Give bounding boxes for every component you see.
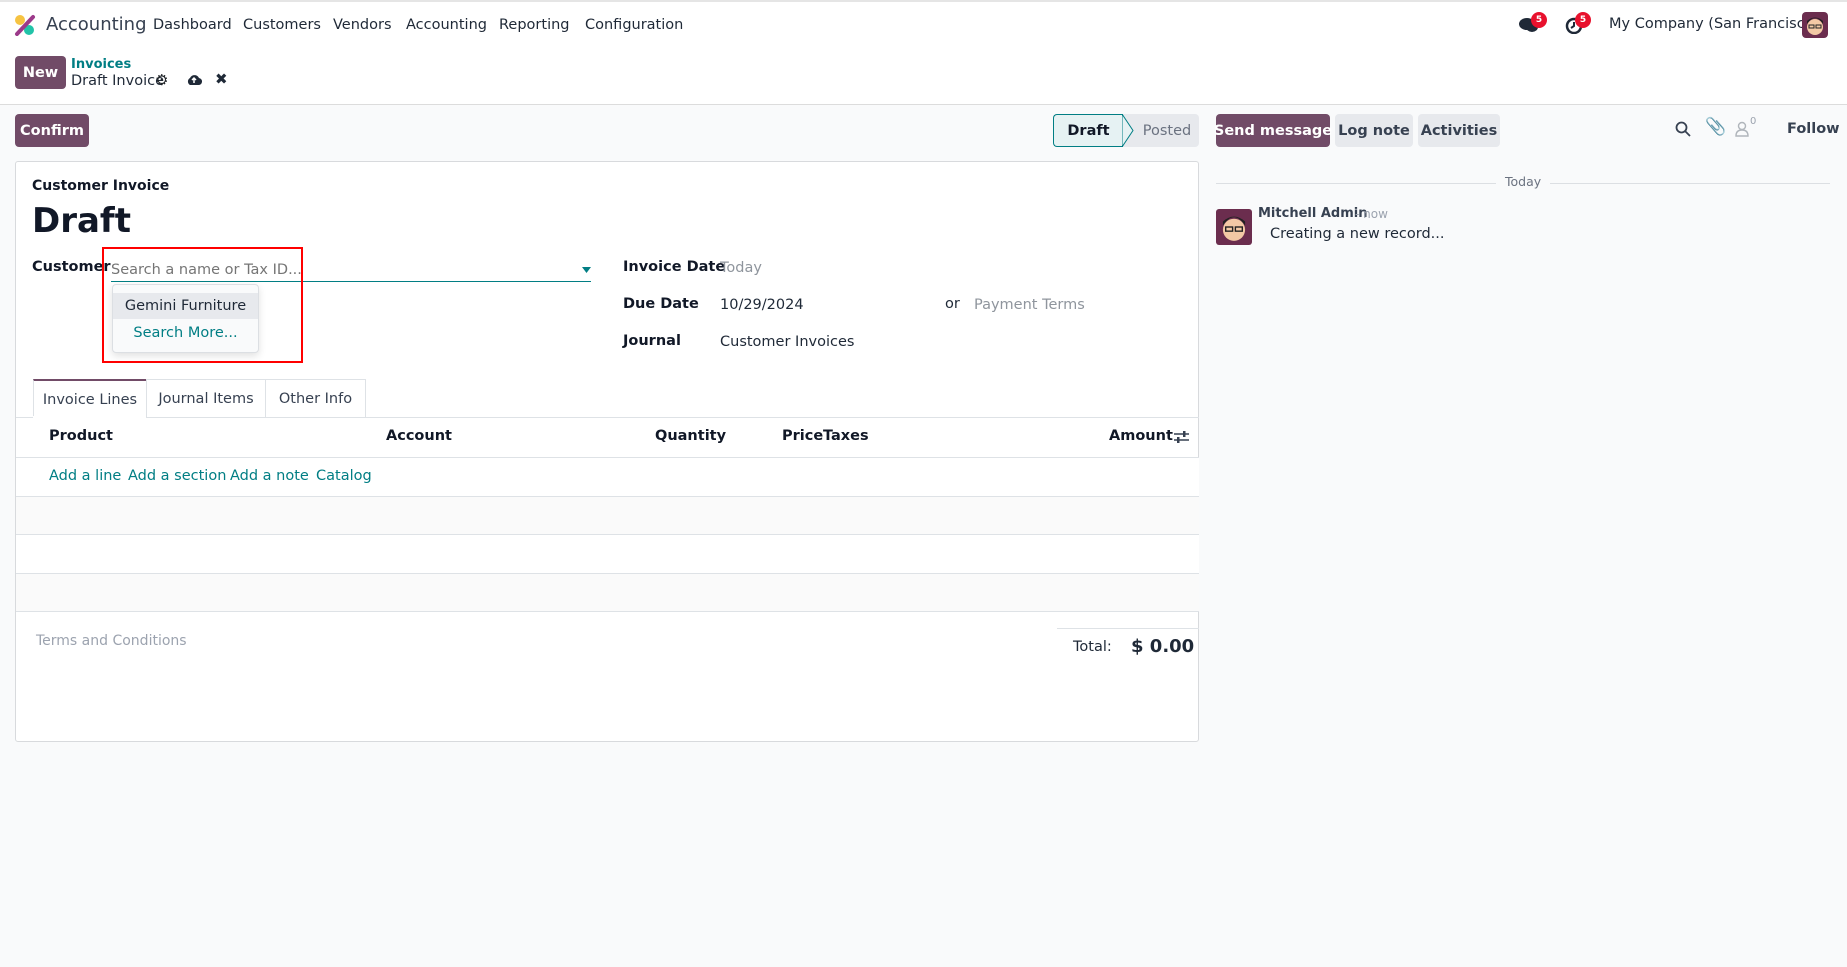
divider [1057, 628, 1199, 629]
due-date-label: Due Date [623, 296, 699, 312]
column-price[interactable]: Price [782, 428, 823, 444]
move-type-label: Customer Invoice [32, 178, 170, 194]
journal-label: Journal [623, 333, 681, 349]
terms-input[interactable]: Terms and Conditions [36, 633, 187, 649]
table-row [16, 574, 1199, 612]
new-button[interactable]: New [15, 56, 66, 89]
menu-accounting[interactable]: Accounting [406, 17, 487, 33]
avatar-face-icon [1222, 216, 1246, 241]
tab-invoice-lines[interactable]: Invoice Lines [33, 379, 147, 418]
followers-count: 0 [1750, 116, 1757, 127]
menu-reporting[interactable]: Reporting [499, 17, 570, 33]
followers-icon[interactable] [1734, 121, 1750, 137]
optional-columns-icon[interactable] [1174, 430, 1189, 444]
menu-vendors[interactable]: Vendors [333, 17, 392, 33]
search-icon[interactable] [1675, 121, 1691, 137]
menu-customers[interactable]: Customers [243, 17, 321, 33]
message-time: - now [1355, 207, 1388, 221]
payment-terms-input[interactable]: Payment Terms [974, 297, 1085, 313]
app-name[interactable]: Accounting [46, 14, 147, 35]
gear-icon[interactable]: ⚙ [155, 71, 168, 89]
activities-button[interactable]: 5 [1565, 12, 1591, 36]
send-message-button[interactable]: Send message [1214, 114, 1332, 147]
customer-label: Customer [32, 259, 111, 275]
message-author-avatar[interactable] [1216, 209, 1252, 245]
log-note-button[interactable]: Log note [1335, 114, 1413, 147]
highlight-box [102, 247, 303, 363]
menu-configuration[interactable]: Configuration [585, 17, 683, 33]
date-separator: Today [1505, 174, 1542, 189]
messages-button[interactable]: 5 [1519, 12, 1547, 36]
status-posted[interactable]: Posted [1135, 114, 1199, 147]
journal-input[interactable]: Customer Invoices [720, 334, 854, 350]
invoice-date-input[interactable]: Today [720, 260, 762, 276]
due-date-input[interactable]: 10/29/2024 [720, 297, 804, 313]
confirm-button[interactable]: Confirm [15, 114, 89, 147]
column-quantity[interactable]: Quantity [655, 428, 726, 444]
add-section-link[interactable]: Add a section [128, 468, 226, 484]
status-draft[interactable]: Draft [1053, 114, 1123, 147]
tab-journal-items[interactable]: Journal Items [146, 379, 266, 418]
total-value: $ 0.00 [1131, 636, 1195, 657]
company-switcher[interactable]: My Company (San Francisco) [1609, 16, 1819, 32]
status-arrow [1122, 114, 1134, 147]
avatar-face-icon [1807, 17, 1823, 35]
statusbar: Draft Posted [1053, 114, 1199, 147]
breadcrumb-current: Draft Invoice [71, 73, 164, 89]
app-logo-icon[interactable] [14, 14, 36, 36]
table-header [16, 418, 1199, 458]
caret-down-icon[interactable] [582, 267, 591, 273]
total-label: Total: [1073, 639, 1112, 655]
table-row [16, 497, 1199, 535]
tab-other-info[interactable]: Other Info [265, 379, 366, 418]
cloud-upload-icon[interactable] [186, 73, 202, 86]
top-navbar: Accounting Dashboard Customers Vendors A… [0, 0, 1847, 105]
or-label: or [945, 296, 960, 312]
invoice-date-label: Invoice Date [623, 259, 726, 275]
attachment-icon[interactable]: 📎 [1705, 117, 1726, 137]
discard-icon[interactable]: ✖ [215, 70, 228, 88]
add-line-link[interactable]: Add a line [49, 468, 121, 484]
menu-dashboard[interactable]: Dashboard [153, 17, 232, 33]
activities-button[interactable]: Activities [1418, 114, 1500, 147]
column-amount[interactable]: Amount [1109, 428, 1173, 444]
activities-badge: 5 [1575, 12, 1591, 28]
add-note-link[interactable]: Add a note [230, 468, 309, 484]
breadcrumb-invoices[interactable]: Invoices [71, 57, 131, 72]
message-author[interactable]: Mitchell Admin [1258, 206, 1367, 221]
column-taxes[interactable]: Taxes [823, 428, 869, 444]
column-product[interactable]: Product [49, 428, 113, 444]
messages-badge: 5 [1531, 12, 1547, 28]
divider [1216, 183, 1496, 184]
follow-button[interactable]: Follow [1787, 121, 1840, 137]
divider [1550, 183, 1830, 184]
table-row [16, 535, 1199, 574]
page-title: Draft [32, 201, 131, 241]
user-avatar[interactable] [1802, 12, 1828, 38]
column-account[interactable]: Account [386, 428, 452, 444]
message-body: Creating a new record... [1270, 226, 1445, 242]
catalog-link[interactable]: Catalog [316, 468, 372, 484]
